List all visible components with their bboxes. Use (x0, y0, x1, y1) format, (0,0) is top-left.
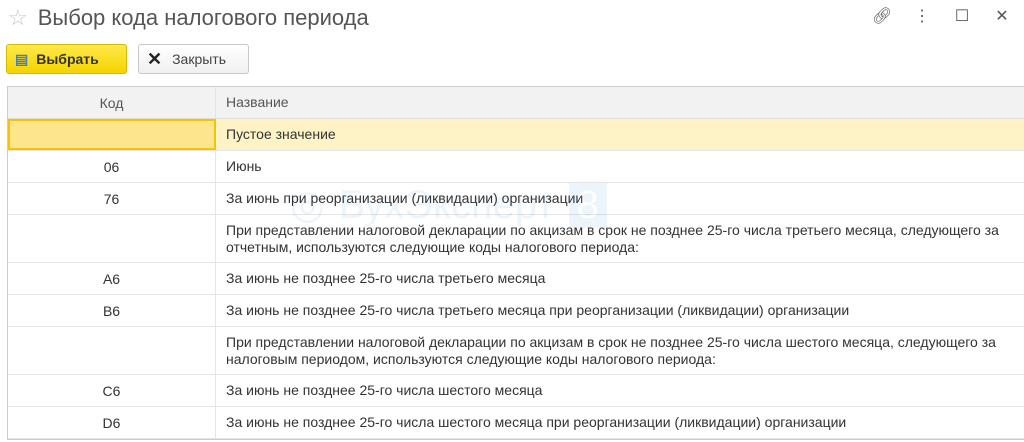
cell-code (8, 119, 216, 150)
header-name[interactable]: Название (216, 87, 1024, 118)
cell-name: При представлении налоговой декларации п… (226, 333, 996, 367)
window-controls: 🔗︎ ⋮ ☐ ✕ (872, 6, 1012, 26)
cell-name: Пустое значение (226, 126, 336, 142)
close-x-icon: ✕ (147, 48, 163, 69)
more-icon[interactable]: ⋮ (912, 6, 932, 26)
codes-table: Код Название Пустое значение 06 Июнь 76 За и… (7, 86, 1024, 440)
cell-code: 76 (8, 183, 216, 214)
link-icon[interactable]: 🔗︎ (872, 6, 892, 26)
table-row[interactable]: А6 За июнь не позднее 25-го числа третьег… (8, 263, 1024, 295)
table-row[interactable]: При представлении налоговой декларации п… (8, 327, 1024, 375)
cell-name: За июнь не позднее 25-го числа третьего … (226, 270, 546, 286)
table-row[interactable]: D6 За июнь не позднее 25-го числа шестого… (8, 407, 1024, 439)
cell-code (8, 215, 216, 262)
cell-code (8, 327, 216, 374)
cell-name: За июнь не позднее 25-го числа шестого м… (226, 382, 543, 398)
select-list-icon: ▤ (15, 50, 29, 67)
table-row[interactable]: 76 За июнь при реорганизации (ликвидации)… (8, 183, 1024, 215)
close-label: Закрыть (172, 51, 227, 67)
close-button[interactable]: ✕ Закрыть (138, 44, 249, 74)
favorite-star-icon[interactable]: ☆ (8, 5, 28, 31)
table-row[interactable]: С6 За июнь не позднее 25-го числа шестого… (8, 375, 1024, 407)
table-row[interactable]: При представлении налоговой декларации п… (8, 215, 1024, 263)
header-code[interactable]: Код (8, 87, 216, 118)
cell-name: За июнь при реорганизации (ликвидации) о… (226, 190, 584, 206)
cell-code: А6 (8, 263, 216, 294)
window-title: Выбор кода налогового периода (37, 5, 369, 30)
table-header: Код Название (8, 87, 1024, 119)
select-button[interactable]: ▤ Выбрать (6, 44, 127, 74)
cell-name: За июнь не позднее 25-го числа третьего … (226, 302, 850, 318)
cell-code: 06 (8, 151, 216, 182)
cell-code: С6 (8, 375, 216, 406)
cell-name: За июнь не позднее 25-го числа шестого м… (226, 414, 847, 430)
table-row[interactable]: Пустое значение (8, 119, 1024, 151)
close-icon[interactable]: ✕ (992, 6, 1012, 26)
title-bar: ☆ Выбор кода налогового периода (8, 4, 369, 32)
cell-code: В6 (8, 295, 216, 326)
select-label: Выбрать (36, 51, 99, 67)
cell-name: При представлении налоговой декларации п… (226, 221, 999, 255)
cell-name: Июнь (226, 158, 262, 174)
cell-code: D6 (8, 407, 216, 438)
maximize-icon[interactable]: ☐ (952, 6, 972, 26)
table-row[interactable]: 06 Июнь (8, 151, 1024, 183)
table-row[interactable]: В6 За июнь не позднее 25-го числа третьег… (8, 295, 1024, 327)
